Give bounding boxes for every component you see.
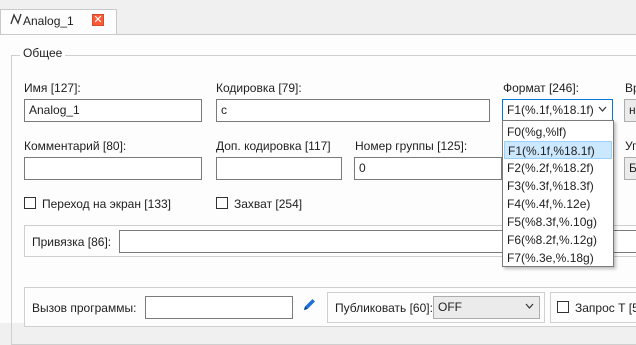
format-label: Формат [246]:: [503, 81, 579, 95]
comment-input[interactable]: [24, 157, 202, 180]
capture-label: Захват [254]: [234, 197, 303, 211]
capture-checkbox[interactable]: [216, 197, 228, 209]
extra-encoding-label: Доп. кодировка [117]: [216, 139, 331, 153]
go-to-screen-checkbox[interactable]: [24, 197, 36, 209]
extra-encoding-input[interactable]: [216, 157, 342, 180]
format-option[interactable]: F7(%.3e,%.18g): [504, 249, 612, 267]
program-call-input[interactable]: [145, 296, 293, 319]
waveform-icon: [10, 12, 22, 29]
vr-label: Вр: [625, 81, 636, 95]
ug-label: Уг: [625, 139, 636, 153]
name-label: Имя [127]:: [24, 81, 81, 95]
format-select[interactable]: F1(%.1f,%18.1f): [502, 99, 613, 122]
ug-select[interactable]: Б: [624, 157, 636, 180]
go-to-screen-label: Переход на экран [133]: [42, 197, 171, 211]
format-option[interactable]: F2(%.2f,%18.2f): [504, 159, 612, 177]
encoding-input[interactable]: c: [216, 99, 490, 122]
format-option[interactable]: F0(%g,%lf): [504, 123, 612, 141]
request-t-checkbox[interactable]: [557, 301, 569, 313]
format-option[interactable]: F1(%.1f,%18.1f): [504, 141, 612, 159]
publish-select-value: OFF: [438, 300, 462, 314]
chevron-down-icon: [525, 299, 534, 316]
publish-label: Публиковать [60]:: [335, 301, 433, 315]
name-input[interactable]: Analog_1: [24, 99, 202, 122]
publish-select[interactable]: OFF: [433, 296, 540, 319]
chevron-down-icon: [598, 102, 607, 119]
vr-select[interactable]: н: [624, 99, 636, 122]
format-option[interactable]: F4(%.4f,%.12e): [504, 195, 612, 213]
binding-label: Привязка [86]:: [32, 235, 112, 249]
tab-analog-1[interactable]: Analog_1 ✕: [0, 9, 117, 34]
format-option[interactable]: F6(%8.2f,%.12g): [504, 231, 612, 249]
group-number-input[interactable]: 0: [354, 157, 502, 180]
close-icon[interactable]: ✕: [92, 14, 104, 26]
request-t-label: Запрос Т [5: [575, 301, 636, 315]
format-dropdown-list: F0(%g,%lf) F1(%.1f,%18.1f) F2(%.2f,%18.2f)…: [502, 120, 614, 267]
pencil-icon[interactable]: [302, 297, 317, 315]
format-select-value: F1(%.1f,%18.1f): [507, 103, 594, 117]
encoding-label: Кодировка [79]:: [216, 81, 302, 95]
group-number-label: Номер группы [125]:: [355, 139, 468, 153]
program-call-label: Вызов программы:: [32, 301, 137, 315]
tab-label: Analog_1: [23, 14, 74, 28]
format-option[interactable]: F3(%.3f,%18.3f): [504, 177, 612, 195]
format-option[interactable]: F5(%8.3f,%.10g): [504, 213, 612, 231]
comment-label: Комментарий [80]:: [24, 139, 127, 153]
group-title: Общее: [20, 46, 66, 60]
